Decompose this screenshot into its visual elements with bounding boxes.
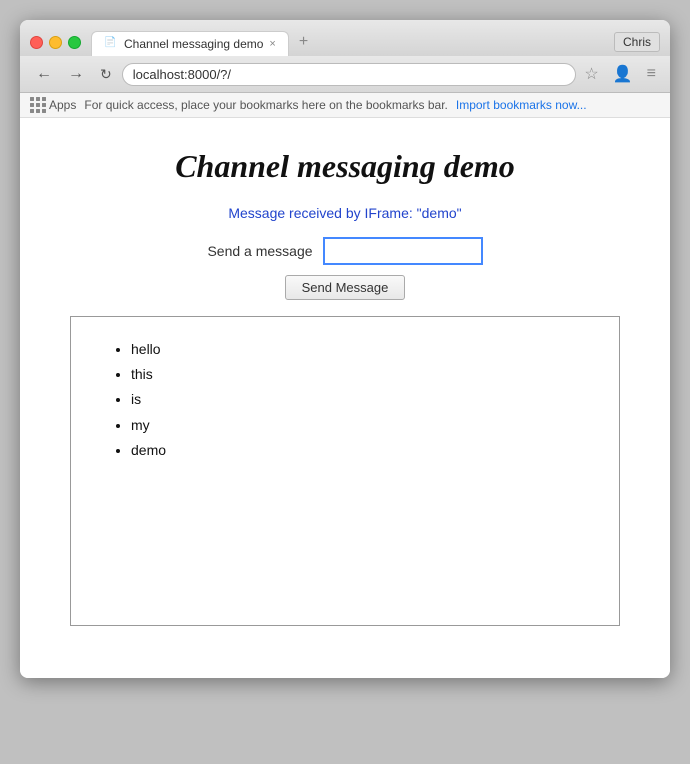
maximize-button[interactable] — [68, 36, 81, 49]
send-form: Send a message — [40, 237, 650, 265]
extensions-button[interactable]: 👤 — [607, 62, 639, 86]
list-item: is — [131, 387, 579, 412]
send-button-row: Send Message — [40, 275, 650, 300]
message-list: hellothisismydemo — [111, 337, 579, 463]
menu-button[interactable]: ≡ — [643, 63, 660, 85]
page-content: Channel messaging demo Message received … — [20, 118, 670, 678]
message-received-text: Message received by IFrame: "demo" — [40, 205, 650, 221]
send-label: Send a message — [207, 243, 312, 259]
browser-window: 📄 Channel messaging demo × + Chris ← → ↻… — [20, 20, 670, 678]
list-item: my — [131, 413, 579, 438]
list-item: this — [131, 362, 579, 387]
forward-button[interactable]: → — [62, 63, 90, 85]
send-input[interactable] — [323, 237, 483, 265]
close-button[interactable] — [30, 36, 43, 49]
page-title: Channel messaging demo — [40, 148, 650, 185]
tab-favicon-icon: 📄 — [104, 37, 118, 51]
back-button[interactable]: ← — [30, 63, 58, 85]
tab-close-icon[interactable]: × — [269, 38, 275, 50]
toolbar: ← → ↻ ☆ 👤 ≡ — [20, 56, 670, 93]
bookmarks-info-text: For quick access, place your bookmarks h… — [84, 98, 448, 112]
tabs-area: 📄 Channel messaging demo × + — [91, 28, 614, 56]
apps-label: Apps — [49, 98, 76, 112]
new-tab-button[interactable]: + — [289, 28, 318, 56]
list-item: demo — [131, 438, 579, 463]
tab-title: Channel messaging demo — [124, 37, 263, 51]
reload-button[interactable]: ↻ — [94, 64, 118, 85]
title-bar: 📄 Channel messaging demo × + Chris — [20, 20, 670, 56]
address-input[interactable] — [133, 67, 566, 82]
traffic-lights — [30, 36, 81, 49]
bookmarks-bar: Apps For quick access, place your bookma… — [20, 93, 670, 118]
apps-grid-icon — [30, 97, 46, 113]
apps-button[interactable]: Apps — [30, 97, 76, 113]
list-item: hello — [131, 337, 579, 362]
address-bar — [122, 63, 577, 86]
active-tab[interactable]: 📄 Channel messaging demo × — [91, 31, 289, 56]
message-frame: hellothisismydemo — [70, 316, 620, 626]
bookmark-star-button[interactable]: ☆ — [580, 62, 602, 86]
user-badge[interactable]: Chris — [614, 32, 660, 52]
minimize-button[interactable] — [49, 36, 62, 49]
import-bookmarks-link[interactable]: Import bookmarks now... — [456, 98, 587, 112]
send-message-button[interactable]: Send Message — [285, 275, 406, 300]
